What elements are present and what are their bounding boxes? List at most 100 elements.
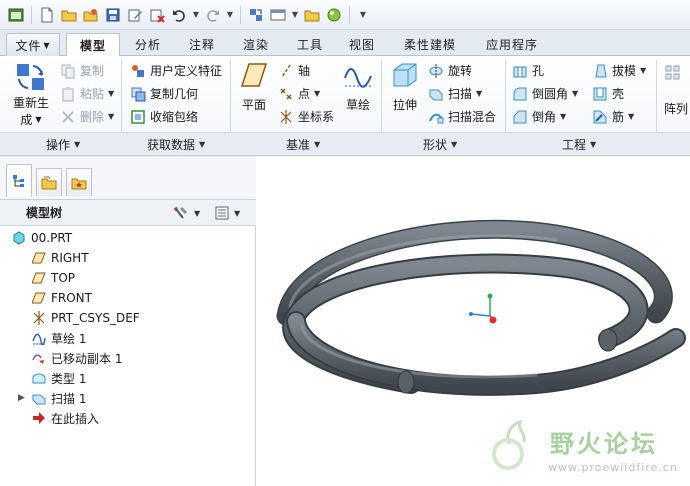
csys-icon — [33, 311, 45, 325]
chevron-down-icon: ▼ — [560, 112, 567, 121]
model-tree-settings-button[interactable]: ▼ — [172, 205, 200, 221]
tab-flexible-modeling[interactable]: 柔性建模 — [392, 33, 468, 56]
model-tree-title: 模型树 — [26, 206, 63, 220]
group-engineering[interactable]: 工程 ▼ — [562, 136, 596, 152]
undo-icon[interactable] — [169, 5, 189, 25]
rib-button[interactable]: 筋 ▼ — [592, 108, 634, 125]
revolve-button[interactable]: 旋转 — [428, 62, 472, 79]
chamfer-button[interactable]: 倒角 ▼ — [512, 108, 566, 125]
group-shapes[interactable]: 形状 ▼ — [423, 136, 457, 152]
plane-button[interactable]: 平面 — [238, 60, 270, 113]
group-datum-label: 基准 — [286, 137, 311, 152]
shrinkwrap-button[interactable]: 收缩包络 — [130, 108, 198, 125]
tree-item-sweep[interactable]: ▶ 扫描 1 — [18, 388, 86, 408]
delete-label: 删除 — [80, 110, 105, 124]
tab-file[interactable]: 文件 ▼ — [6, 33, 60, 56]
sweep-icon — [32, 394, 46, 405]
tab-view[interactable]: 视图 — [338, 33, 386, 56]
open-session-icon[interactable] — [81, 5, 101, 25]
group-get-data[interactable]: 获取数据 ▼ — [147, 136, 205, 152]
group-separator — [505, 60, 506, 134]
csys-button[interactable]: 坐标系 — [278, 108, 334, 125]
group-operations[interactable]: 操作 ▼ — [46, 136, 80, 152]
regenerate-label-line1: 重新生 — [12, 96, 49, 110]
tree-item-quilt[interactable]: 类型 1 — [32, 368, 86, 388]
more-icon[interactable]: ▼ — [355, 5, 371, 25]
group-datum[interactable]: 基准 ▼ — [286, 136, 320, 152]
list-icon — [215, 206, 229, 220]
regenerate-label-line2: 成 — [20, 113, 33, 127]
round-button[interactable]: 倒圆角 ▼ — [512, 85, 578, 102]
copy-geometry-button[interactable]: 复制几何 — [130, 85, 198, 102]
tab-model-tree[interactable] — [6, 164, 32, 197]
tree-item-front[interactable]: FRONT — [32, 288, 92, 308]
tab-annotate[interactable]: 注释 — [178, 33, 226, 56]
tab-model[interactable]: 模型 — [66, 33, 120, 57]
chevron-down-icon: ▼ — [199, 139, 206, 149]
tab-folder-browser[interactable] — [36, 168, 62, 196]
group-separator — [230, 60, 231, 134]
regenerate-button[interactable]: 重新生 成 ▼ — [10, 60, 52, 128]
window-icon[interactable] — [6, 5, 26, 25]
toolbar-separator — [349, 5, 350, 24]
point-button[interactable]: 点 ▼ — [278, 85, 320, 102]
redo-icon[interactable] — [203, 5, 223, 25]
chevron-down-icon: ▼ — [314, 139, 321, 149]
datum-plane-icon — [32, 252, 46, 264]
delete-button[interactable]: 删除 ▼ — [60, 108, 114, 125]
window-switch-icon[interactable] — [268, 5, 288, 25]
tab-render[interactable]: 渲染 — [232, 33, 280, 56]
sketch-button[interactable]: 草绘 — [340, 60, 376, 113]
tab-model-label: 模型 — [79, 38, 106, 53]
tube-end-cap — [598, 328, 618, 352]
navigator-tabs — [0, 156, 256, 200]
tree-item-csys[interactable]: PRT_CSYS_DEF — [32, 308, 140, 328]
tree-item-top[interactable]: TOP — [32, 268, 75, 288]
close-window-icon[interactable] — [147, 5, 167, 25]
datum-plane-big-icon — [240, 63, 268, 87]
sweep-button[interactable]: 扫描 ▼ — [428, 85, 482, 102]
tab-analysis[interactable]: 分析 — [124, 33, 172, 56]
edit-icon[interactable] — [125, 5, 145, 25]
regenerate-icon[interactable] — [246, 5, 266, 25]
shell-icon — [593, 87, 607, 100]
tab-applications[interactable]: 应用程序 — [474, 33, 550, 56]
hole-button[interactable]: 孔 — [512, 62, 544, 79]
undo-dropdown-icon[interactable]: ▼ — [191, 5, 201, 25]
open-folder-icon[interactable] — [59, 5, 79, 25]
save-icon[interactable] — [103, 5, 123, 25]
tree-item-sketch[interactable]: 草绘 1 — [32, 328, 86, 348]
tab-tools[interactable]: 工具 — [286, 33, 334, 56]
paste-button[interactable]: 粘贴 ▼ — [60, 85, 114, 102]
window-dropdown-icon[interactable]: ▼ — [290, 5, 300, 25]
user-defined-feature-button[interactable]: 用户定义特征 — [130, 62, 222, 79]
tube-end-cap — [397, 370, 415, 394]
draft-button[interactable]: 拔模 ▼ — [592, 62, 646, 79]
folder-icon[interactable] — [302, 5, 322, 25]
new-file-icon[interactable] — [37, 5, 57, 25]
appearance-icon[interactable] — [324, 5, 344, 25]
axis-label: 轴 — [298, 64, 311, 78]
paste-icon — [62, 86, 74, 101]
axis-button[interactable]: 轴 — [278, 62, 310, 79]
model-tree-show-button[interactable]: ▼ — [214, 205, 240, 221]
extrude-label: 拉伸 — [392, 98, 417, 112]
expand-arrow-icon[interactable]: ▶ — [18, 393, 32, 403]
pattern-button[interactable]: 阵列 — [662, 64, 690, 117]
pattern-label: 阵列 — [663, 102, 688, 116]
pattern-icon — [665, 65, 680, 80]
tree-item-insert-here[interactable]: 在此插入 — [32, 408, 99, 428]
quilt-icon — [32, 373, 46, 384]
redo-dropdown-icon[interactable]: ▼ — [225, 5, 235, 25]
copy-button[interactable]: 复制 — [60, 62, 104, 79]
tab-favorites[interactable] — [66, 168, 92, 196]
csys-icon — [280, 109, 292, 124]
chevron-down-icon: ▼ — [108, 112, 115, 121]
tree-item-label: PRT_CSYS_DEF — [51, 311, 140, 325]
tree-item-part[interactable]: 00.PRT — [12, 228, 72, 248]
extrude-button[interactable]: 拉伸 — [388, 60, 422, 113]
swept-blend-button[interactable]: 扫描混合 — [428, 108, 496, 125]
shell-button[interactable]: 壳 — [592, 85, 624, 102]
tree-item-moved-copy[interactable]: 已移动副本 1 — [32, 348, 122, 368]
tree-item-right[interactable]: RIGHT — [32, 248, 89, 268]
